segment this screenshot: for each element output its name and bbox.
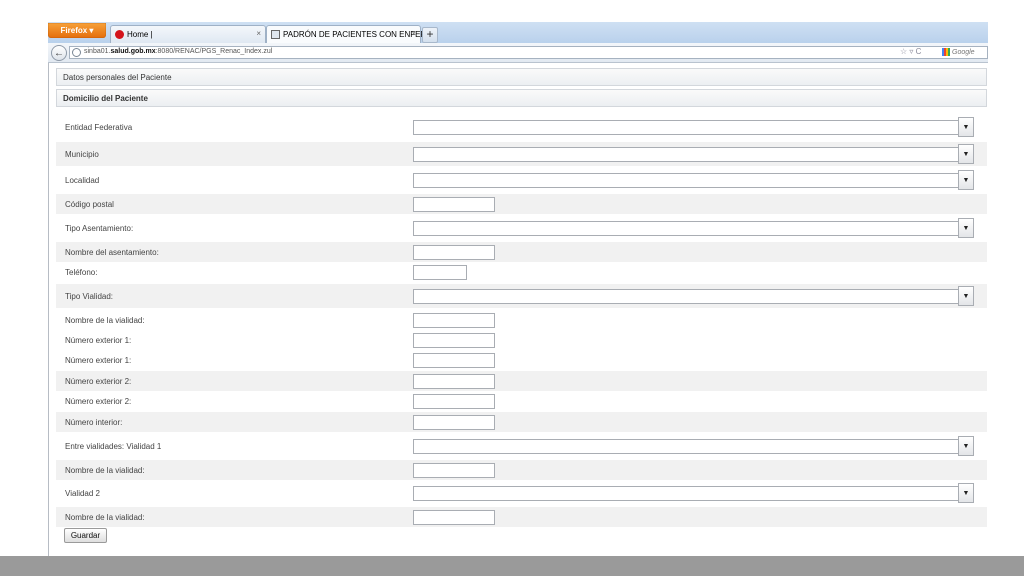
text-input[interactable] <box>413 415 495 430</box>
text-input[interactable] <box>413 374 495 389</box>
red-circle-icon <box>115 30 124 39</box>
form-row: Número interior: <box>56 412 987 432</box>
url-domain: salud.gob.mx <box>110 48 156 55</box>
firefox-menu-button[interactable]: Firefox ▾ <box>48 23 106 38</box>
text-input[interactable] <box>413 510 495 525</box>
field-label: Código postal <box>65 200 114 209</box>
field-label: Vialidad 2 <box>65 489 100 498</box>
section-personal-label: Datos personales del Paciente <box>63 73 172 82</box>
save-button[interactable]: Guardar <box>64 528 107 543</box>
form-row: Nombre del asentamiento: <box>56 242 987 262</box>
search-engine-label: Google <box>952 49 975 56</box>
dropdown-arrow-icon[interactable]: ▼ <box>958 218 974 238</box>
text-input[interactable] <box>413 394 495 409</box>
section-address[interactable]: Domicilio del Paciente <box>56 89 987 107</box>
text-input[interactable] <box>413 245 495 260</box>
text-input[interactable] <box>413 265 467 280</box>
field-label: Tipo Asentamiento: <box>65 224 134 233</box>
form-row: Número exterior 2: <box>56 371 987 391</box>
field-label: Nombre de la vialidad: <box>65 513 145 522</box>
form-row: Nombre de la vialidad: <box>56 507 987 527</box>
page-icon <box>271 30 280 39</box>
url-text: sinba01.salud.gob.mx:8080/RENAC/PGS_Rena… <box>84 48 272 55</box>
desktop-margin <box>0 0 48 556</box>
dropdown-arrow-icon[interactable]: ▼ <box>958 117 974 137</box>
form-row: Municipio ▼ <box>56 142 987 166</box>
field-label: Número exterior 1: <box>65 356 132 365</box>
new-tab-button[interactable]: + <box>422 27 438 43</box>
form-row: Número exterior 2: <box>56 391 987 411</box>
field-label: Número interior: <box>65 418 123 427</box>
field-label: Entidad Federativa <box>65 123 133 132</box>
form-row: Número exterior 1: <box>56 330 987 350</box>
field-label: Teléfono: <box>65 268 98 277</box>
tab-padron[interactable]: PADRÓN DE PACIENTES CON ENFER... × <box>266 25 433 43</box>
combobox-input[interactable] <box>413 486 960 501</box>
tab-home[interactable]: Home | × <box>110 25 266 43</box>
form-row: Tipo Asentamiento: ▼ <box>56 216 987 240</box>
form-row: Nombre de la vialidad: <box>56 460 987 480</box>
url-prefix: sinba01. <box>84 48 111 55</box>
url-path: :8080/RENAC/PGS_Renac_Index.zul <box>155 48 273 55</box>
combobox-input[interactable] <box>413 120 960 135</box>
field-label: Localidad <box>65 176 100 185</box>
form-row: Tipo Vialidad: ▼ <box>56 284 987 308</box>
field-label: Municipio <box>65 150 99 159</box>
form-row: Vialidad 2 ▼ <box>56 481 987 505</box>
search-box[interactable]: Google <box>942 46 988 59</box>
section-address-label: Domicilio del Paciente <box>63 94 148 103</box>
dropdown-arrow-icon[interactable]: ▼ <box>958 483 974 503</box>
close-icon[interactable]: × <box>411 29 416 38</box>
combobox-input[interactable] <box>413 173 960 188</box>
field-label: Número exterior 2: <box>65 377 132 386</box>
desktop-margin-right <box>988 22 1024 556</box>
dropdown-arrow-icon[interactable]: ▼ <box>958 144 974 164</box>
form-row: Entre vialidades: Vialidad 1 ▼ <box>56 434 987 458</box>
dropdown-arrow-icon[interactable]: ▼ <box>958 286 974 306</box>
field-label: Entre vialidades: Vialidad 1 <box>65 442 162 451</box>
tab-home-label: Home | <box>127 30 153 39</box>
form-row: Teléfono: <box>56 262 987 282</box>
firefox-menu-label: Firefox <box>60 26 88 35</box>
form-row: Número exterior 1: <box>56 350 987 370</box>
field-label: Nombre de la vialidad: <box>65 316 145 325</box>
field-label: Número exterior 2: <box>65 397 132 406</box>
field-label: Número exterior 1: <box>65 336 132 345</box>
close-icon[interactable]: × <box>256 29 261 38</box>
text-input[interactable] <box>413 333 495 348</box>
globe-icon <box>72 48 81 57</box>
combobox-input[interactable] <box>413 221 960 236</box>
bookmark-star-icon[interactable]: ☆ ▿ C <box>900 47 921 56</box>
taskbar <box>0 556 1024 576</box>
back-arrow-icon[interactable]: ← <box>51 45 67 61</box>
google-icon <box>942 48 950 57</box>
text-input[interactable] <box>413 313 495 328</box>
text-input[interactable] <box>413 463 495 478</box>
form-row: Código postal <box>56 194 987 214</box>
field-label: Nombre del asentamiento: <box>65 248 159 257</box>
field-label: Tipo Vialidad: <box>65 292 114 301</box>
form-row: Entidad Federativa ▼ <box>56 116 987 138</box>
combobox-input[interactable] <box>413 289 960 304</box>
text-input[interactable] <box>413 353 495 368</box>
section-personal-data[interactable]: Datos personales del Paciente <box>56 68 987 86</box>
combobox-input[interactable] <box>413 147 960 162</box>
combobox-input[interactable] <box>413 439 960 454</box>
field-label: Nombre de la vialidad: <box>65 466 145 475</box>
form-row: Localidad ▼ <box>56 168 987 192</box>
dropdown-arrow-icon[interactable]: ▼ <box>958 436 974 456</box>
text-input[interactable] <box>413 197 495 212</box>
dropdown-arrow-icon[interactable]: ▼ <box>958 170 974 190</box>
form-row: Nombre de la vialidad: <box>56 310 987 330</box>
